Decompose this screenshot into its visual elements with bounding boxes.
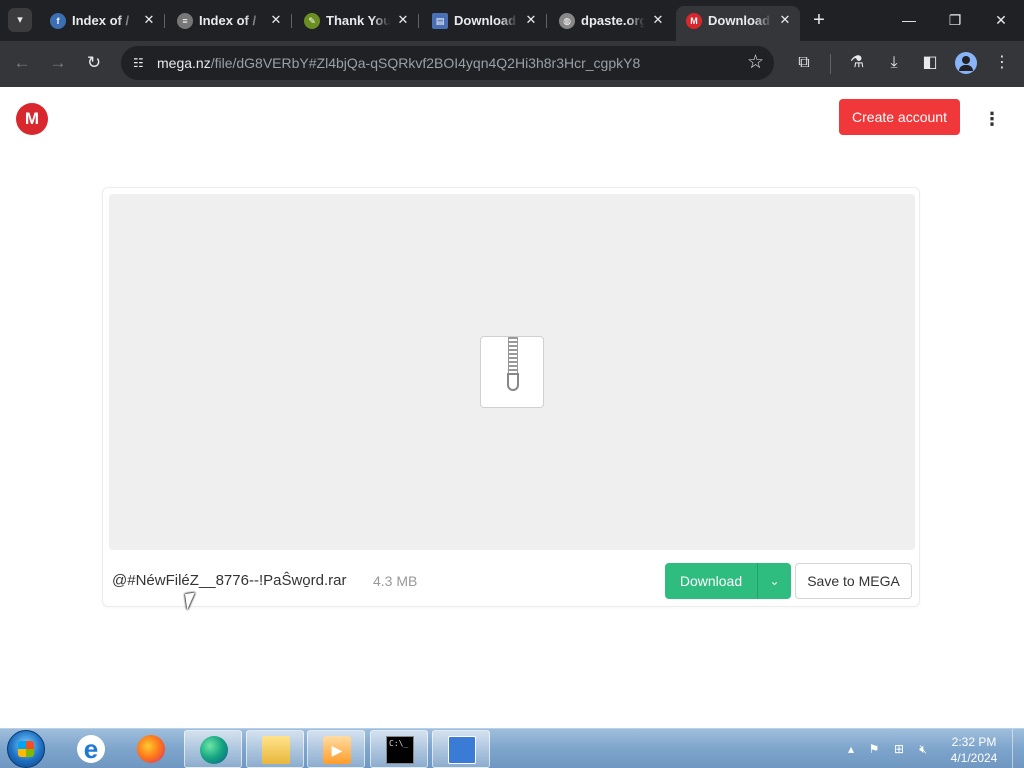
url-text: mega.nz/file/dG8VERbY#Zl4bjQa-qSQRkvf2BO…: [157, 55, 640, 71]
toolbar-separator: [830, 54, 831, 74]
tab-title: Thank You: [326, 13, 390, 28]
close-icon[interactable]: ✕: [776, 11, 794, 29]
tab-1[interactable]: f Index of / ✕: [40, 6, 165, 35]
bookmark-star-icon[interactable]: ☆: [747, 52, 764, 74]
tab-title: Index of /: [72, 13, 136, 28]
zipper-pull: [507, 373, 519, 391]
chevron-down-icon: ▾: [17, 14, 23, 26]
tab-4[interactable]: ▤ Download ✕: [422, 6, 547, 35]
address-bar[interactable]: ☷ mega.nz/file/dG8VERbY#Zl4bjQa-qSQRkvf2…: [121, 46, 774, 80]
back-button[interactable]: ←: [8, 49, 36, 77]
command-prompt-icon: C:\_: [386, 736, 414, 764]
download-button-label: Download: [679, 573, 743, 589]
extensions-icon[interactable]: ⧉: [791, 50, 817, 76]
labs-flask-icon[interactable]: ⚗: [844, 50, 870, 76]
taskbar-explorer[interactable]: [246, 730, 304, 768]
create-account-button[interactable]: Create account: [839, 99, 960, 135]
tab-6-active[interactable]: M Download ✕: [676, 6, 800, 41]
page-menu-icon[interactable]: ⋮: [982, 107, 1002, 131]
internet-explorer-icon: e: [77, 735, 105, 763]
mega-icon: M: [686, 13, 702, 29]
stack-icon: ≡: [177, 13, 193, 29]
close-icon[interactable]: ✕: [394, 11, 412, 29]
plus-icon: +: [813, 9, 825, 31]
tab-separator: [291, 14, 292, 28]
taskbar-media-player[interactable]: ▶: [307, 730, 365, 768]
volume-muted-icon[interactable]: 🔇︎: [915, 741, 931, 757]
forward-button[interactable]: →: [44, 49, 72, 77]
mouse-cursor: [185, 592, 198, 610]
restore-button[interactable]: ❐: [932, 6, 978, 34]
tab-title: Download: [454, 13, 518, 28]
close-icon: ✕: [995, 12, 1007, 28]
taskbar-control-panel[interactable]: [432, 730, 490, 768]
browser-toolbar: ← → ↻ ☷ mega.nz/file/dG8VERbY#Zl4bjQa-qS…: [0, 41, 1024, 87]
minimize-button[interactable]: —: [886, 6, 932, 34]
media-player-icon: ▶: [323, 736, 351, 764]
tab-2[interactable]: ≡ Index of / ✕: [167, 6, 292, 35]
reload-button[interactable]: ↻: [80, 49, 108, 77]
new-tab-button[interactable]: +: [808, 8, 830, 32]
action-center-flag-icon[interactable]: ⚑: [866, 741, 882, 757]
arrow-right-icon: →: [49, 53, 67, 72]
tab-title: Index of /: [199, 13, 263, 28]
download-icon[interactable]: ⤓: [881, 50, 907, 76]
start-button[interactable]: [7, 730, 45, 768]
tab-title: dpaste.org: [581, 13, 645, 28]
edge-icon: [200, 736, 228, 764]
tab-3[interactable]: ✎ Thank You ✕: [294, 6, 419, 35]
arrow-left-icon: ←: [13, 53, 31, 72]
windows-logo-icon: [18, 741, 34, 757]
tab-title: Download: [708, 13, 772, 28]
archive-file-icon: [480, 336, 544, 408]
close-icon[interactable]: ✕: [522, 11, 540, 29]
tab-separator: [164, 14, 165, 28]
more-menu-icon[interactable]: ⋮: [989, 50, 1015, 76]
file-name: @#NéwFiléZ__8776--!PaŜwo̱rd.rar: [112, 572, 347, 589]
file-card: @#NéwFiléZ__8776--!PaŜwo̱rd.rar 4.3 MB D…: [102, 187, 920, 607]
close-icon[interactable]: ✕: [267, 11, 285, 29]
side-panel-icon[interactable]: ◧: [917, 50, 943, 76]
minimize-icon: —: [902, 12, 916, 28]
clock-time: 2:32 PM: [951, 735, 997, 749]
tab-5[interactable]: ◍ dpaste.org ✕: [549, 6, 673, 35]
close-icon[interactable]: ✕: [140, 11, 158, 29]
tab-strip: ▾ f Index of / ✕ ≡ Index of / ✕ ✎ Thank …: [0, 0, 1024, 41]
globe-icon: ◍: [559, 13, 575, 29]
taskbar-edge[interactable]: [184, 730, 242, 768]
chevron-down-icon[interactable]: ⌄: [758, 563, 791, 599]
network-icon[interactable]: ⊞: [891, 741, 907, 757]
mega-logo[interactable]: M: [16, 103, 48, 135]
file-size: 4.3 MB: [373, 573, 418, 589]
firefox-icon: [137, 735, 165, 763]
fedora-icon: f: [50, 13, 66, 29]
taskbar-command-prompt[interactable]: C:\_: [370, 730, 428, 768]
file-preview: [109, 194, 915, 550]
mega-page: M Create account ⋮ @#NéwFiléZ__8776--!Pa…: [0, 87, 1024, 728]
tab-separator: [546, 14, 547, 28]
url-host: mega.nz: [157, 55, 211, 71]
document-icon: ▤: [432, 13, 448, 29]
tab-search-button[interactable]: ▾: [8, 8, 32, 32]
taskbar-firefox[interactable]: [122, 730, 180, 768]
clock-date: 4/1/2024: [950, 751, 998, 765]
profile-avatar-icon[interactable]: [955, 52, 977, 74]
site-info-icon[interactable]: ☷: [133, 55, 149, 71]
pen-icon: ✎: [304, 13, 320, 29]
url-path: /file/dG8VERbY#Zl4bjQa-qSQRkvf2BOI4yqn4Q…: [210, 55, 641, 71]
save-to-mega-button[interactable]: Save to MEGA: [795, 563, 912, 599]
taskbar-internet-explorer[interactable]: e: [62, 730, 120, 768]
control-panel-icon: [448, 736, 476, 764]
show-desktop-button[interactable]: [1012, 729, 1024, 768]
close-icon[interactable]: ✕: [649, 11, 667, 29]
restore-icon: ❐: [948, 12, 962, 28]
tab-separator: [418, 14, 419, 28]
folder-icon: [262, 736, 290, 764]
windows-taskbar: e ▶ C:\_ ▴ ⚑ ⊞ 🔇︎ 2:32 PM 4/1/2024: [0, 728, 1024, 768]
download-button[interactable]: Download ⌄: [665, 563, 791, 599]
tray-expand-icon[interactable]: ▴: [843, 741, 859, 757]
reload-icon: ↻: [86, 53, 102, 72]
taskbar-clock[interactable]: 2:32 PM 4/1/2024: [945, 734, 1003, 766]
close-window-button[interactable]: ✕: [978, 6, 1024, 34]
